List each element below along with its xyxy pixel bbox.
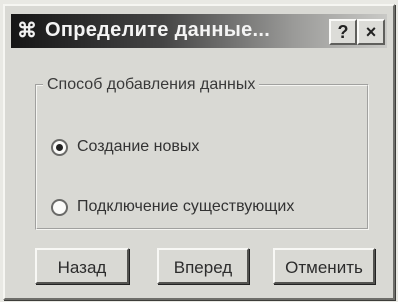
dialog-title: Определите данные... [45, 19, 271, 41]
radio-selected-icon[interactable] [51, 138, 68, 156]
next-button[interactable]: Вперед [157, 248, 249, 284]
back-button[interactable]: Назад [35, 248, 129, 284]
help-button[interactable]: ? [329, 19, 357, 45]
title-bar[interactable]: ⌘ Определите данные... ? × [11, 14, 387, 48]
radio-create-new-label: Создание новых [77, 138, 200, 155]
radio-connect-existing-label: Подключение существующих [77, 198, 295, 215]
dialog-window: ⌘ Определите данные... ? × Способ добавл… [3, 4, 395, 300]
cancel-button[interactable]: Отменить [273, 248, 375, 284]
data-method-group: Способ добавления данных Создание новых … [35, 76, 369, 230]
radio-create-new[interactable]: Создание новых [51, 138, 199, 156]
close-button[interactable]: × [357, 19, 385, 45]
radio-connect-existing[interactable]: Подключение существующих [51, 198, 294, 216]
group-legend: Способ добавления данных [47, 76, 256, 93]
app-icon: ⌘ [17, 20, 37, 42]
radio-unselected-icon[interactable] [51, 198, 68, 216]
